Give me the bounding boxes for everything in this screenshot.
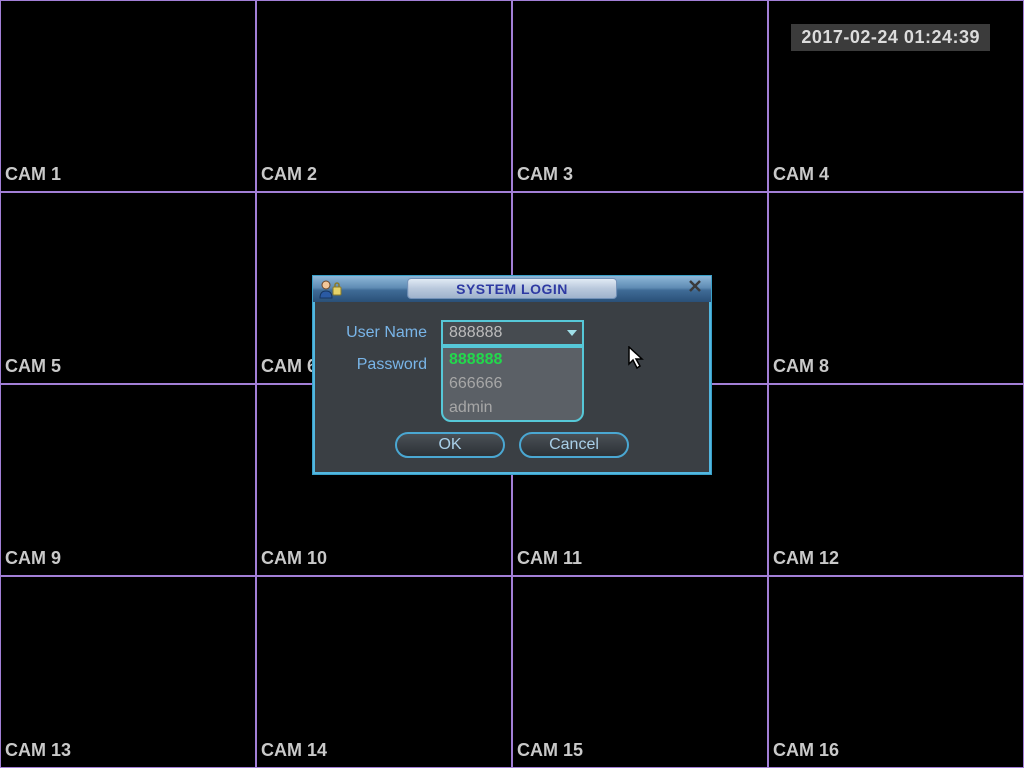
dialog-titlebar[interactable]: SYSTEM LOGIN [313,276,711,302]
camera-cell[interactable]: CAM 14 [256,576,512,768]
cancel-button[interactable]: Cancel [519,432,629,458]
camera-label: CAM 2 [261,164,317,185]
chevron-down-icon[interactable] [565,322,579,344]
camera-cell[interactable]: CAM 16 [768,576,1024,768]
camera-cell[interactable]: CAM 8 [768,192,1024,384]
camera-label: CAM 5 [5,356,61,377]
camera-cell[interactable]: CAM 13 [0,576,256,768]
camera-label: CAM 11 [517,548,582,569]
username-label: User Name [333,324,441,342]
camera-label: CAM 4 [773,164,829,185]
camera-cell[interactable]: CAM 3 [512,0,768,192]
camera-label: CAM 10 [261,548,327,569]
camera-cell[interactable]: CAM 12 [768,384,1024,576]
camera-label: CAM 15 [517,740,583,761]
username-value: 888888 [449,324,502,342]
camera-label: CAM 12 [773,548,839,569]
camera-label: CAM 13 [5,740,71,761]
camera-cell[interactable]: CAM 1 [0,0,256,192]
dialog-body: User Name 888888 888888 666666 admin [313,302,711,474]
username-option[interactable]: admin [443,396,582,420]
username-field[interactable]: 888888 [441,320,584,346]
camera-label: CAM 1 [5,164,61,185]
password-label: Password [333,356,441,374]
username-option[interactable]: 888888 [443,348,582,372]
timestamp-display: 2017-02-24 01:24:39 [791,24,990,51]
camera-label: CAM 9 [5,548,61,569]
camera-label: CAM 6 [261,356,317,377]
dialog-title: SYSTEM LOGIN [407,278,617,299]
camera-label: CAM 8 [773,356,829,377]
login-dialog: SYSTEM LOGIN User Name 888888 [312,275,712,475]
camera-cell[interactable]: CAM 5 [0,192,256,384]
camera-cell[interactable]: CAM 15 [512,576,768,768]
username-dropdown: 888888 666666 admin [441,346,584,422]
camera-label: CAM 3 [517,164,573,185]
camera-cell[interactable]: CAM 2 [256,0,512,192]
username-combo[interactable]: 888888 888888 666666 admin [441,320,584,346]
camera-label: CAM 16 [773,740,839,761]
username-option[interactable]: 666666 [443,372,582,396]
login-icon [315,276,345,302]
camera-cell[interactable]: CAM 9 [0,384,256,576]
camera-label: CAM 14 [261,740,327,761]
ok-button[interactable]: OK [395,432,505,458]
close-button[interactable] [685,279,705,299]
